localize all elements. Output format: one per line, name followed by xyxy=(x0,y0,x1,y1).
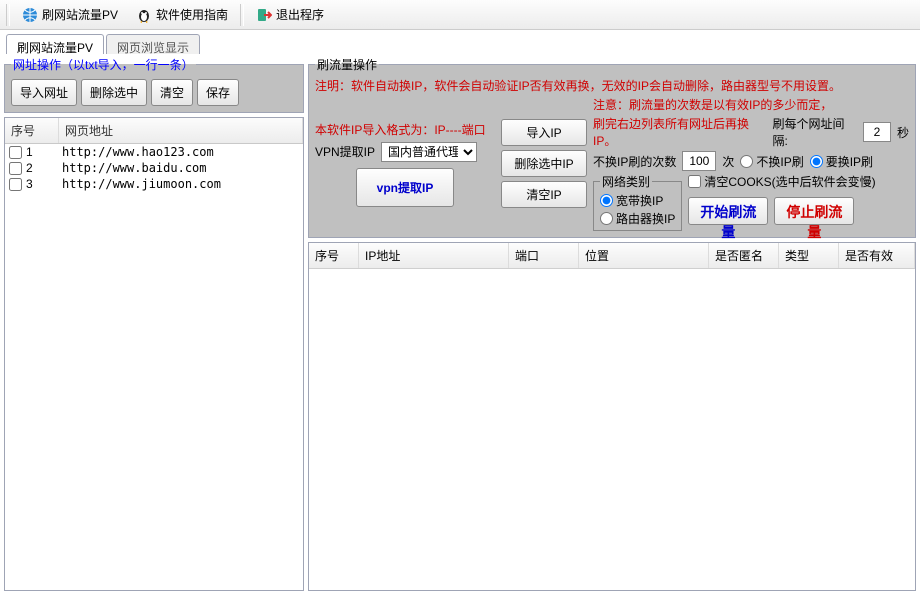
interval-input[interactable] xyxy=(863,122,891,142)
globe-icon xyxy=(22,7,38,23)
router-radio[interactable]: 路由器换IP xyxy=(600,210,675,227)
exit-icon xyxy=(256,7,272,23)
url-col-sn: 序号 xyxy=(5,118,59,143)
tab-strip: 刷网站流量PV 网页浏览显示 xyxy=(0,30,920,54)
toolbar-separator xyxy=(240,4,244,26)
ip-col-port: 端口 xyxy=(509,243,579,268)
ip-col-type: 类型 xyxy=(779,243,839,268)
clear-url-button[interactable]: 清空 xyxy=(151,79,193,106)
url-col-addr: 网页地址 xyxy=(59,118,303,143)
vpn-select[interactable]: 国内普通代理 xyxy=(381,142,477,162)
url-table-row[interactable]: 1http://www.hao123.com xyxy=(5,144,303,160)
guide-label: 软件使用指南 xyxy=(156,6,228,23)
url-row-sn: 2 xyxy=(26,161,62,175)
tab-browse-display[interactable]: 网页浏览显示 xyxy=(106,34,200,54)
clear-cooks-checkbox[interactable]: 清空COOKS(选中后软件会变慢) xyxy=(688,173,875,190)
interval-suf: 秒 xyxy=(897,124,909,141)
vpn-fetch-ip-button[interactable]: vpn提取IP xyxy=(356,168,455,207)
flow-groupbox-legend: 刷流量操作 xyxy=(315,56,379,73)
refresh-pv-label: 刷网站流量PV xyxy=(42,6,118,23)
exit-label: 退出程序 xyxy=(276,6,324,23)
ip-col-loc: 位置 xyxy=(579,243,709,268)
ip-col-ip: IP地址 xyxy=(359,243,509,268)
url-table-row[interactable]: 3http://www.jiumoon.com xyxy=(5,176,303,192)
flow-note1: 注明：软件自动换IP，软件会自动验证IP否有效再换，无效的IP会自动删除，路由器… xyxy=(315,77,909,94)
ip-table: 序号 IP地址 端口 位置 是否匿名 类型 是否有效 xyxy=(308,242,916,591)
refresh-pv-button[interactable]: 刷网站流量PV xyxy=(16,4,124,25)
count-input[interactable] xyxy=(682,151,716,171)
url-row-addr: http://www.hao123.com xyxy=(62,145,299,159)
url-table: 序号 网页地址 1http://www.hao123.com2http://ww… xyxy=(4,117,304,591)
url-row-sn: 1 xyxy=(26,145,62,159)
penguin-icon xyxy=(136,7,152,23)
url-row-checkbox[interactable] xyxy=(9,146,22,159)
count-suf: 次 xyxy=(722,153,734,170)
main-toolbar: 刷网站流量PV 软件使用指南 退出程序 xyxy=(0,0,920,30)
save-url-button[interactable]: 保存 xyxy=(197,79,239,106)
vpn-label: VPN提取IP xyxy=(315,143,375,160)
import-url-button[interactable]: 导入网址 xyxy=(11,79,77,106)
delete-selected-url-button[interactable]: 删除选中 xyxy=(81,79,147,106)
ip-col-sn: 序号 xyxy=(309,243,359,268)
exit-button[interactable]: 退出程序 xyxy=(250,4,330,25)
tab-refresh-pv[interactable]: 刷网站流量PV xyxy=(6,34,104,54)
no-change-ip-radio[interactable]: 不换IP刷 xyxy=(740,153,803,170)
url-groupbox: 网址操作（以txt导入，一行一条） 导入网址 删除选中 清空 保存 xyxy=(4,56,304,113)
url-groupbox-legend: 网址操作（以txt导入，一行一条） xyxy=(11,56,196,73)
toolbar-separator xyxy=(6,4,10,26)
ip-col-valid: 是否有效 xyxy=(839,243,915,268)
network-type-group: 网络类别 宽带换IP 路由器换IP xyxy=(593,173,682,231)
broadband-radio[interactable]: 宽带换IP xyxy=(600,192,663,209)
url-row-addr: http://www.baidu.com xyxy=(62,161,299,175)
delete-selected-ip-button[interactable]: 删除选中IP xyxy=(501,150,587,177)
network-type-legend: 网络类别 xyxy=(600,173,652,190)
interval-pre: 刷每个网址间隔: xyxy=(772,115,857,149)
import-ip-button[interactable]: 导入IP xyxy=(501,119,587,146)
change-ip-radio[interactable]: 要换IP刷 xyxy=(810,153,873,170)
flow-note4: 刷完右边列表所有网址后再换IP。 xyxy=(593,115,766,149)
url-row-addr: http://www.jiumoon.com xyxy=(62,177,299,191)
guide-button[interactable]: 软件使用指南 xyxy=(130,4,234,25)
url-row-checkbox[interactable] xyxy=(9,162,22,175)
flow-note3: 注意：刷流量的次数是以有效IP的多少而定， xyxy=(593,96,832,113)
url-row-sn: 3 xyxy=(26,177,62,191)
stop-flow-button[interactable]: 停止刷流量 xyxy=(774,197,854,225)
ip-col-anon: 是否匿名 xyxy=(709,243,779,268)
count-pre: 不换IP刷的次数 xyxy=(593,153,676,170)
start-flow-button[interactable]: 开始刷流量 xyxy=(688,197,768,225)
flow-note2: 本软件IP导入格式为：IP----端口 xyxy=(315,121,495,138)
clear-ip-button[interactable]: 清空IP xyxy=(501,181,587,208)
flow-groupbox: 刷流量操作 注明：软件自动换IP，软件会自动验证IP否有效再换，无效的IP会自动… xyxy=(308,56,916,238)
url-row-checkbox[interactable] xyxy=(9,178,22,191)
url-table-row[interactable]: 2http://www.baidu.com xyxy=(5,160,303,176)
